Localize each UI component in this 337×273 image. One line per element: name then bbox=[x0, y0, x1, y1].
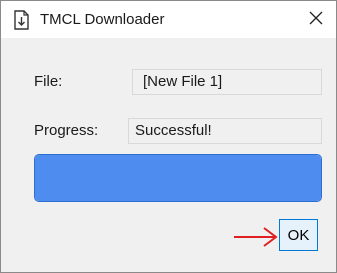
progress-status-field: Successful! bbox=[128, 118, 322, 144]
file-label: File: bbox=[34, 73, 63, 90]
progress-bar bbox=[34, 154, 322, 202]
window-title: TMCL Downloader bbox=[40, 11, 165, 28]
progress-label: Progress: bbox=[34, 122, 99, 139]
close-button[interactable] bbox=[301, 7, 331, 33]
progress-bar-fill bbox=[35, 155, 321, 201]
title-bar[interactable]: TMCL Downloader bbox=[1, 1, 336, 38]
dialog-body: File: [New File 1] Progress: Successful!… bbox=[1, 38, 336, 272]
downloader-dialog: TMCL Downloader File: [New File 1] Progr… bbox=[0, 0, 337, 273]
ok-button[interactable]: OK bbox=[279, 219, 318, 251]
red-arrow-icon bbox=[233, 224, 279, 248]
close-icon bbox=[309, 11, 323, 30]
file-value-field: [New File 1] bbox=[132, 69, 322, 95]
document-download-icon bbox=[13, 10, 31, 30]
